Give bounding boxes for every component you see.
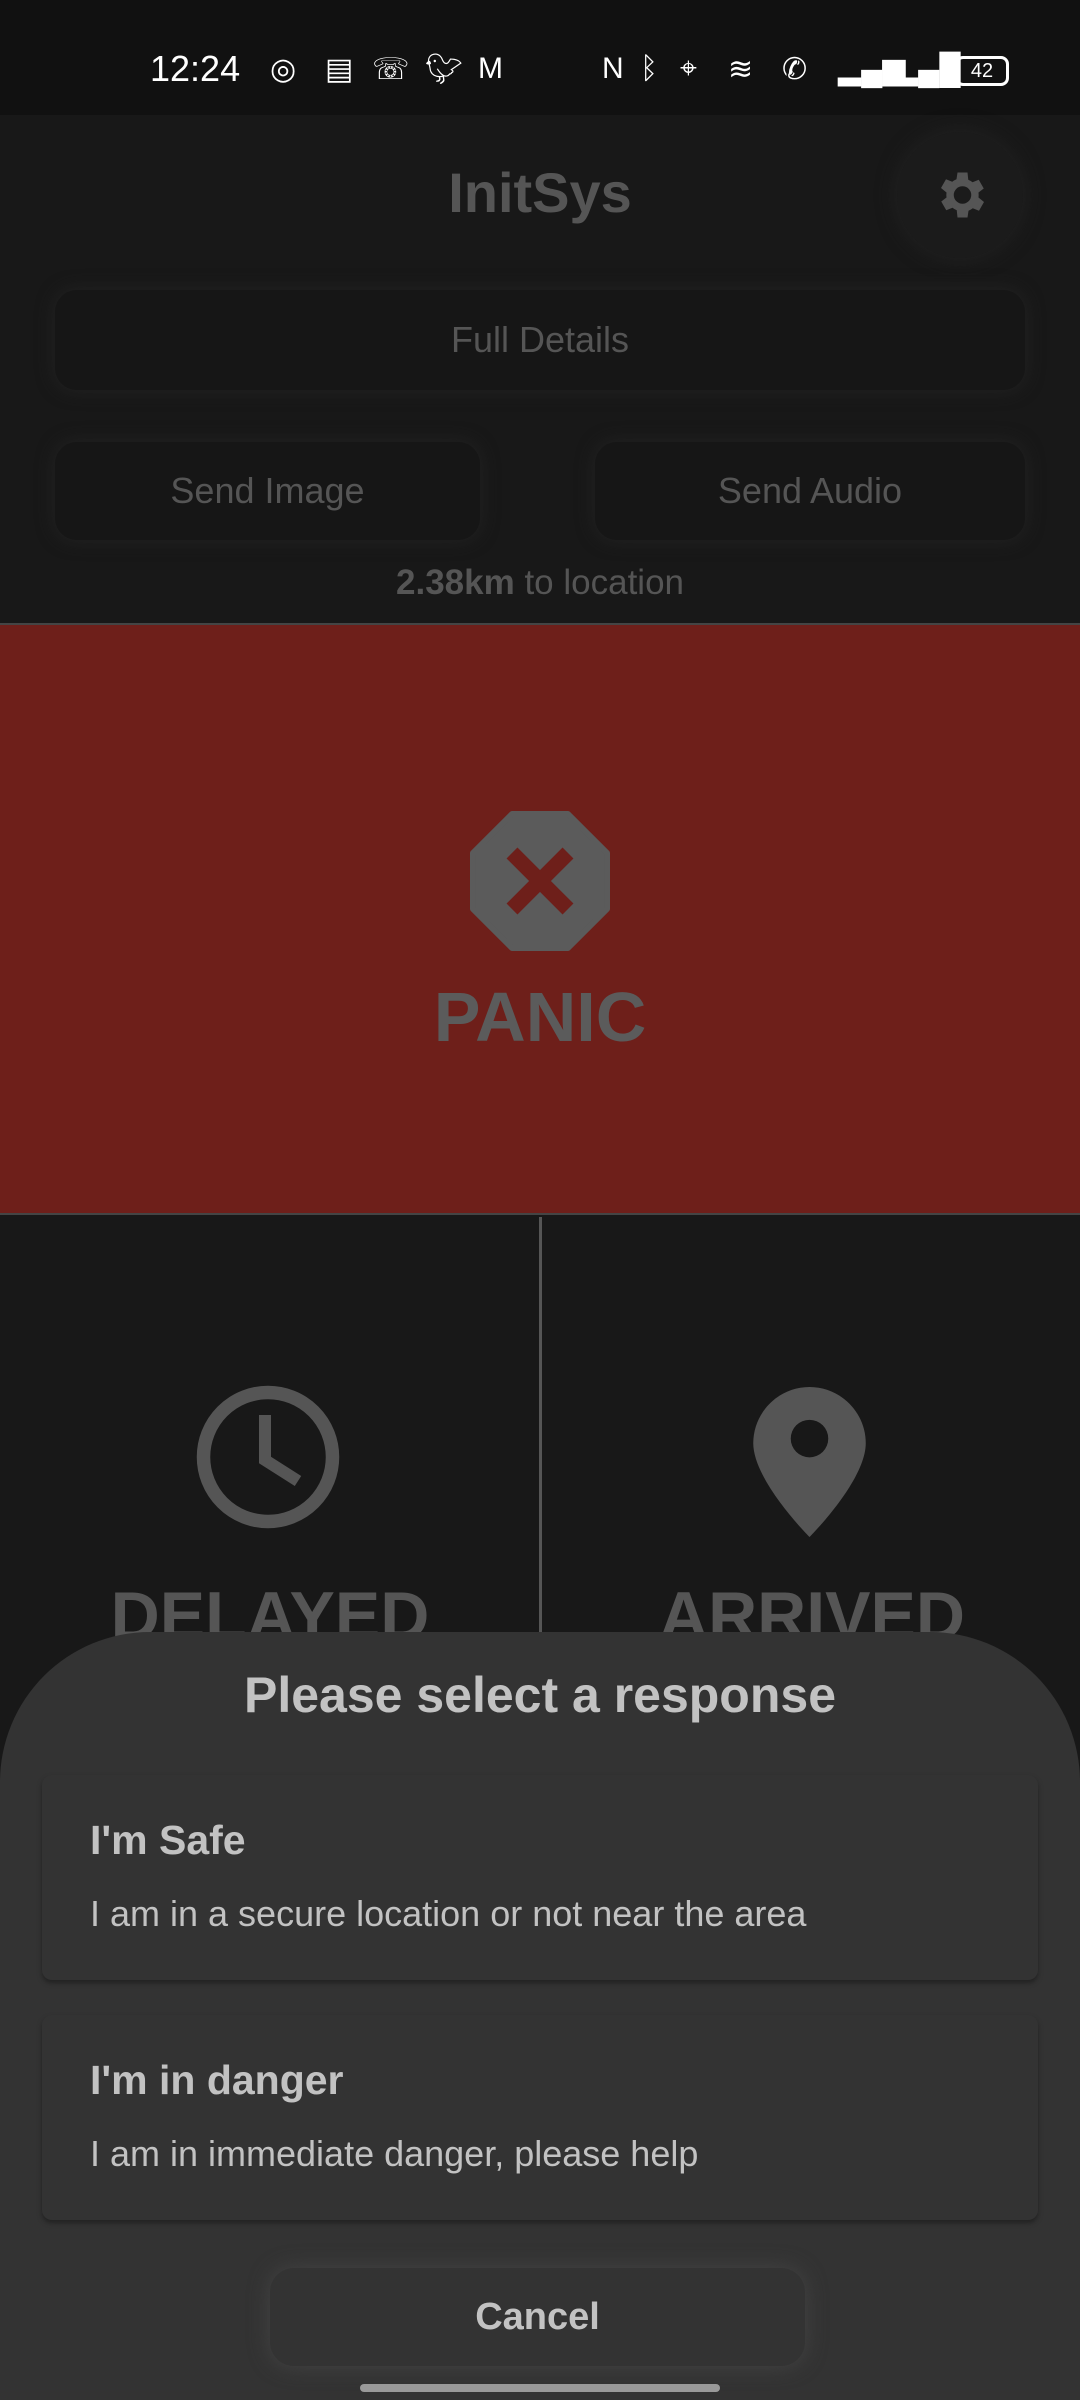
- battery-indicator: 42: [955, 56, 1009, 86]
- news-icon: ▤: [325, 53, 354, 86]
- wifi-icon: ≋: [728, 53, 754, 86]
- settings-button[interactable]: [897, 132, 1023, 258]
- location-pin-icon: [753, 1387, 866, 1537]
- arrived-button[interactable]: ARRIVED: [542, 1217, 1080, 1654]
- delayed-button[interactable]: DELAYED: [0, 1217, 540, 1654]
- distance-text: 2.38km to location: [0, 563, 1080, 603]
- gmail-icon: M: [478, 52, 503, 85]
- whatsapp-icon: ◎: [270, 53, 297, 86]
- send-image-button[interactable]: Send Image: [55, 442, 480, 540]
- wifi-calling-icon: ✆: [782, 53, 808, 86]
- status-time: 12:24: [150, 48, 241, 89]
- panic-button[interactable]: PANIC: [0, 623, 1080, 1215]
- option-danger[interactable]: I'm in danger I am in immediate danger, …: [42, 2015, 1038, 2220]
- signal-icon: ▂▄█: [895, 53, 961, 86]
- option-description: I am in a secure location or not near th…: [90, 1893, 807, 1934]
- stop-x-icon: [470, 811, 610, 951]
- cancel-button[interactable]: Cancel: [270, 2268, 805, 2366]
- distance-suffix: to location: [514, 563, 684, 602]
- option-title: I'm in danger: [90, 2057, 344, 2103]
- sheet-title: Please select a response: [243, 1667, 837, 1723]
- clock-icon: [196, 1385, 340, 1529]
- option-title: I'm Safe: [90, 1817, 246, 1863]
- option-description: I am in immediate danger, please help: [90, 2133, 699, 2174]
- send-audio-button[interactable]: Send Audio: [595, 442, 1025, 540]
- bluetooth-icon: ᛒ: [640, 52, 658, 85]
- status-bar: 12:24 ◎ ▤ ☏ 🐦︎ M N ᛒ ⌖ ≋ ✆ ▂▄▆ ▂▄█ 42: [0, 0, 1080, 115]
- twitter-icon: 🐦︎: [425, 53, 464, 86]
- location-icon: ⌖: [680, 52, 697, 85]
- option-safe[interactable]: I'm Safe I am in a secure location or no…: [42, 1775, 1038, 1980]
- full-details-button[interactable]: Full Details: [55, 290, 1025, 390]
- distance-value: 2.38km: [396, 563, 515, 602]
- gear-icon: [941, 172, 984, 218]
- nfc-icon: N: [602, 52, 624, 85]
- home-indicator[interactable]: [360, 2384, 720, 2392]
- divider: [539, 1217, 542, 1637]
- missed-call-icon: ☏: [372, 53, 410, 86]
- panic-label: PANIC: [433, 978, 647, 1056]
